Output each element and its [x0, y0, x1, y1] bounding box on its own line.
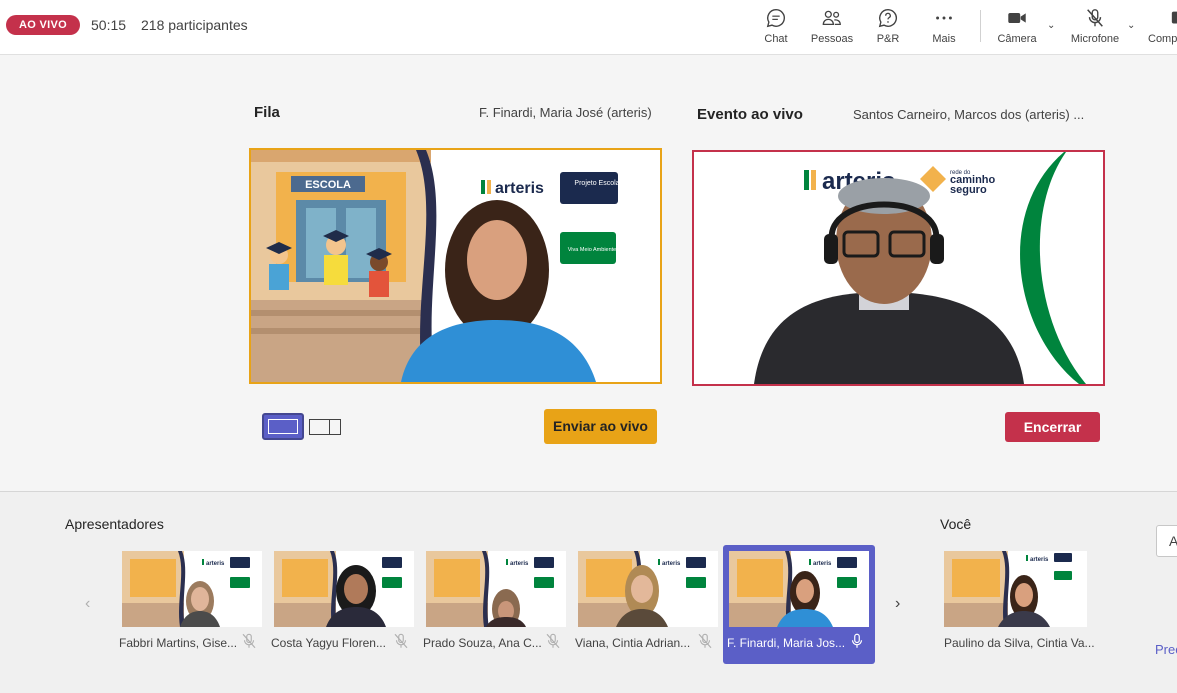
qa-button[interactable]: P&R: [872, 5, 904, 51]
people-label: Pessoas: [810, 33, 854, 45]
microphone-options-chevron-icon[interactable]: ⌄: [1127, 20, 1135, 31]
live-video[interactable]: arteris rede do caminho seguro: [692, 150, 1105, 386]
svg-text:arteris: arteris: [510, 561, 529, 567]
self-thumbnail[interactable]: arteris: [944, 551, 1087, 627]
mic-on-icon: [851, 633, 863, 648]
live-presenter-name: Santos Carneiro, Marcos dos (arteris) ..…: [853, 107, 1085, 122]
camera-icon: [996, 5, 1038, 31]
mic-off-icon: [1068, 5, 1122, 31]
scroll-right-chevron-icon[interactable]: ›: [895, 595, 900, 613]
event-timer: 50:15: [91, 17, 127, 33]
self-name: Paulino da Silva, Cintia Va...: [944, 636, 1095, 650]
presenter-thumbnail[interactable]: [274, 551, 414, 627]
people-icon: [810, 5, 854, 31]
qa-label: P&R: [876, 33, 900, 45]
scroll-left-chevron-icon[interactable]: ‹: [85, 595, 90, 613]
presenter-thumbnail[interactable]: arteris: [122, 551, 262, 627]
microphone-label: Microfone: [1070, 33, 1120, 45]
chat-icon: [760, 5, 792, 31]
share-button[interactable]: Comp: [1148, 5, 1177, 51]
more-label: Mais: [932, 33, 956, 45]
presenter-name: Costa Yagyu Floren...: [271, 636, 386, 650]
queue-video[interactable]: ESCOLA arteris Projeto Escola Viva Meio …: [249, 148, 662, 384]
share-label: Comp: [1148, 33, 1177, 45]
microphone-button[interactable]: Microfone: [1068, 5, 1122, 51]
producer-stage: Fila F. Finardi, Maria José (arteris) Ev…: [0, 56, 1177, 491]
school-sign: ESCOLA: [305, 179, 351, 191]
layout-single-button[interactable]: [262, 413, 304, 440]
participant-count[interactable]: 218 participantes: [141, 17, 248, 33]
live-title: Evento ao vivo: [697, 106, 803, 123]
live-badge: AO VIVO: [6, 15, 80, 35]
badge-meio-ambiente: Viva Meio Ambiente: [568, 247, 617, 253]
presenters-strip: Apresentadores Você ‹ › arteris Fabbri M…: [0, 491, 1177, 693]
presenter-thumbnail-selected[interactable]: arteris: [729, 551, 869, 627]
side-panel-input[interactable]: A: [1156, 525, 1177, 557]
chat-label: Chat: [764, 33, 788, 45]
presenters-title: Apresentadores: [65, 516, 164, 532]
more-button[interactable]: Mais: [928, 5, 960, 51]
presenter-name: Prado Souza, Ana C...: [423, 636, 542, 650]
layout-split-icon: [309, 419, 341, 435]
presenter-thumbnail[interactable]: arteris: [578, 551, 718, 627]
people-button[interactable]: Pessoas: [810, 5, 854, 51]
mic-off-icon: [242, 633, 256, 649]
send-live-button[interactable]: Enviar ao vivo: [544, 409, 657, 444]
seguro-text: seguro: [950, 184, 987, 196]
presenter-thumbnail[interactable]: arteris: [426, 551, 566, 627]
more-icon: [928, 5, 960, 31]
chat-button[interactable]: Chat: [760, 5, 792, 51]
camera-label: Câmera: [997, 33, 1037, 45]
queue-title: Fila: [254, 104, 280, 121]
svg-text:arteris: arteris: [206, 561, 225, 567]
share-icon: [1170, 5, 1177, 31]
mic-off-icon: [394, 633, 408, 649]
presenter-name: Fabbri Martins, Gise...: [119, 636, 238, 650]
end-event-button[interactable]: Encerrar: [1005, 412, 1100, 442]
toolbar-divider: [980, 10, 981, 42]
question-icon: [872, 5, 904, 31]
layout-split-button[interactable]: [308, 413, 342, 440]
presenter-name: Viana, Cintia Adrian...: [575, 636, 691, 650]
badge-projeto-escola: Projeto Escola: [574, 180, 619, 187]
layout-split-divider: [329, 419, 330, 435]
you-title: Você: [940, 516, 972, 532]
camera-options-chevron-icon[interactable]: ⌄: [1047, 20, 1055, 31]
brand-text: arteris: [495, 180, 544, 197]
svg-text:arteris: arteris: [662, 561, 681, 567]
svg-text:arteris: arteris: [1030, 557, 1049, 563]
presenter-name: F. Finardi, Maria Jos...: [727, 636, 846, 650]
queue-presenter-name: F. Finardi, Maria José (arteris): [479, 105, 652, 120]
camera-button[interactable]: Câmera: [996, 5, 1038, 51]
side-panel-link[interactable]: Prec: [1155, 642, 1177, 657]
svg-text:arteris: arteris: [813, 561, 832, 567]
layout-single-icon: [268, 419, 298, 434]
top-bar: AO VIVO 50:15 218 participantes Chat Pes…: [0, 0, 1177, 55]
mic-off-icon: [698, 633, 712, 649]
mic-off-icon: [546, 633, 560, 649]
